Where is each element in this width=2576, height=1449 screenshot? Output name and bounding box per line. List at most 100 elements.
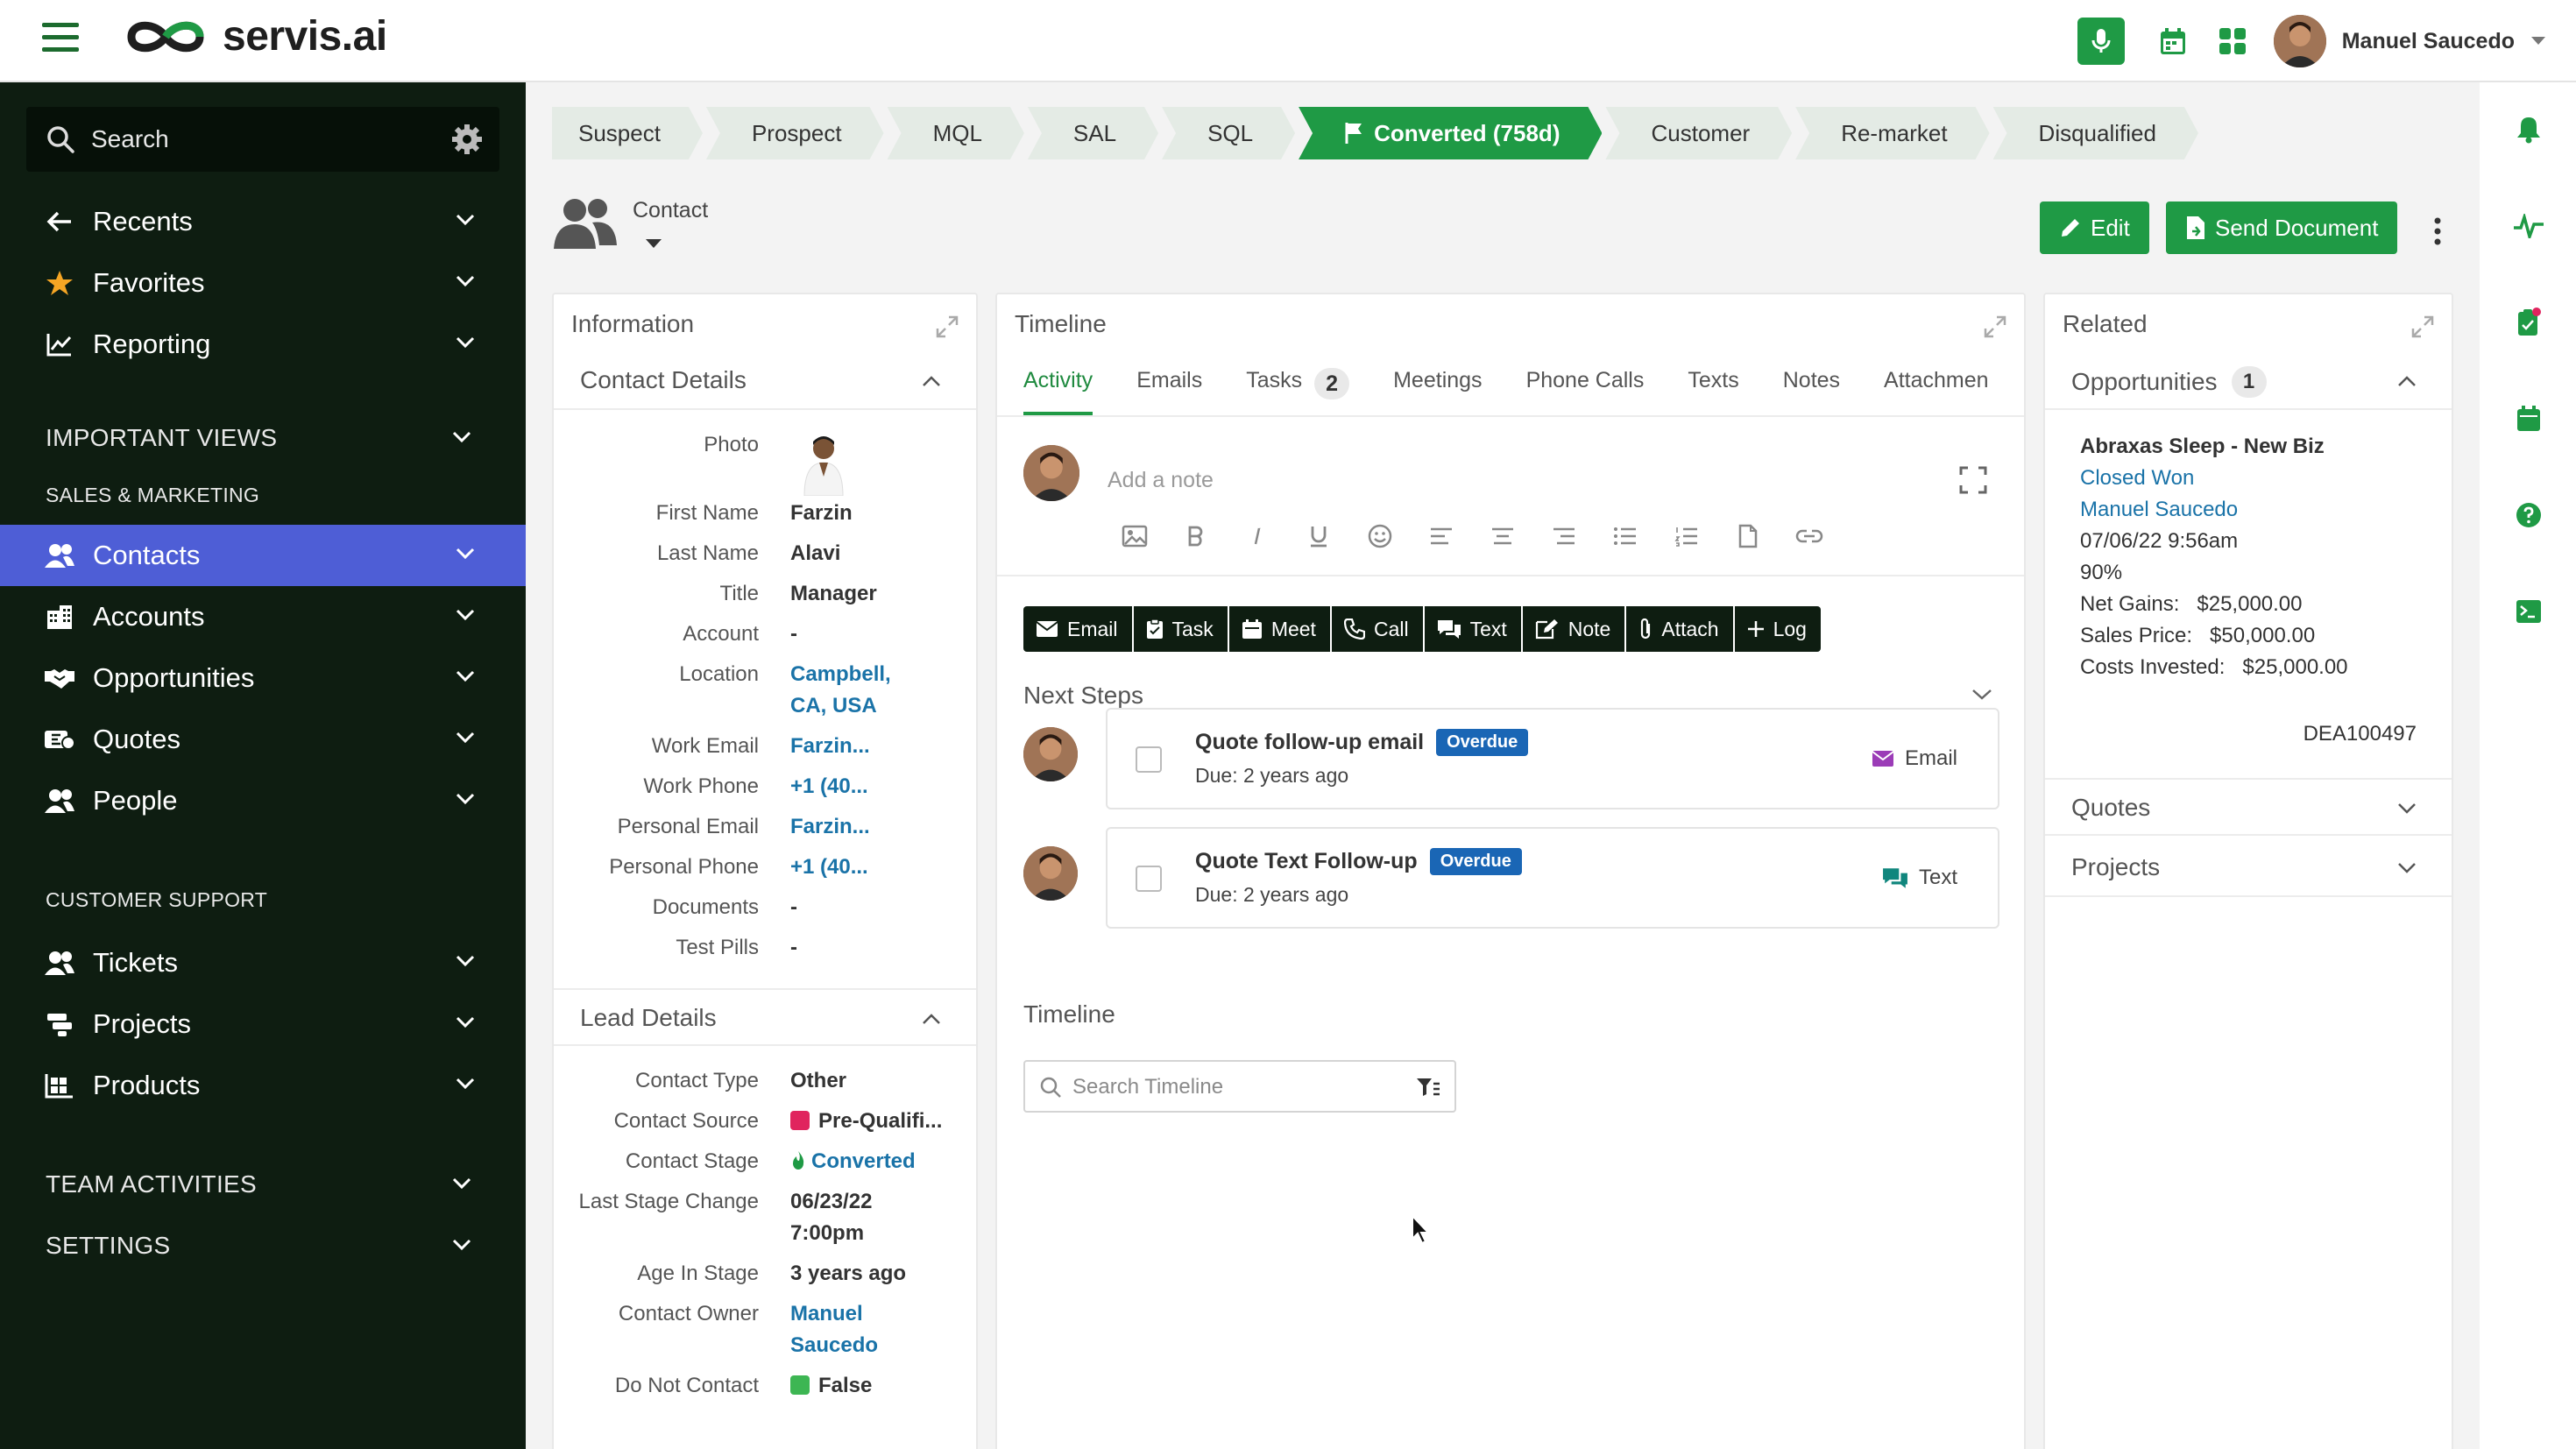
edit-button[interactable]: Edit <box>2040 201 2149 254</box>
tab-phone-calls[interactable]: Phone Calls <box>1526 368 1645 412</box>
sidebar-item-products[interactable]: Products <box>0 1055 526 1116</box>
stage-converted[interactable]: Converted (758d) <box>1299 107 1602 159</box>
underline-icon[interactable] <box>1288 520 1349 552</box>
stage-suspect[interactable]: Suspect <box>552 107 703 159</box>
attach-action-button[interactable]: Attach <box>1626 606 1733 652</box>
user-name[interactable]: Manuel Saucedo <box>2342 29 2515 54</box>
help-button[interactable] <box>2511 498 2546 533</box>
tab-notes[interactable]: Notes <box>1783 368 1840 412</box>
caret-down-icon[interactable] <box>645 238 662 249</box>
personal-phone-link[interactable]: +1 (40... <box>790 855 868 880</box>
next-step-card[interactable]: Quote Text Follow-up Overdue Due: 2 years… <box>1106 827 1999 929</box>
sidebar-item-tickets[interactable]: Tickets <box>0 932 526 993</box>
align-center-icon[interactable] <box>1472 520 1533 552</box>
opportunities-header[interactable]: Opportunities 1 <box>2045 352 2452 410</box>
calendar-button[interactable] <box>2149 18 2197 65</box>
align-right-icon[interactable] <box>1533 520 1595 552</box>
tab-texts[interactable]: Texts <box>1688 368 1738 412</box>
contact-details-header[interactable]: Contact Details <box>554 352 976 410</box>
stage-sql[interactable]: SQL <box>1162 107 1295 159</box>
numbered-list-icon[interactable] <box>1656 520 1717 552</box>
stage-sal[interactable]: SAL <box>1028 107 1158 159</box>
sidebar-search[interactable]: Search <box>26 107 499 172</box>
task-action-button[interactable]: Task <box>1133 606 1228 652</box>
activity-button[interactable] <box>2511 209 2546 244</box>
task-checkbox[interactable] <box>1136 746 1162 773</box>
next-step-card[interactable]: Quote follow-up email Overdue Due: 2 year… <box>1106 708 1999 809</box>
owner-link[interactable]: Manuel <box>790 1302 863 1326</box>
logo[interactable]: servis.ai <box>121 12 387 60</box>
expand-icon[interactable] <box>2411 315 2434 338</box>
apps-button[interactable] <box>2209 18 2256 65</box>
tab-attachments[interactable]: Attachmen <box>1884 368 1989 412</box>
call-action-button[interactable]: Call <box>1331 606 1423 652</box>
sidebar-item-projects[interactable]: Projects <box>0 993 526 1055</box>
bold-icon[interactable] <box>1165 520 1227 552</box>
meet-action-button[interactable]: Meet <box>1228 606 1330 652</box>
stage-prospect[interactable]: Prospect <box>706 107 884 159</box>
sidebar-item-reporting[interactable]: Reporting <box>0 314 526 375</box>
note-action-button[interactable]: Note <box>1522 606 1625 652</box>
log-action-button[interactable]: Log <box>1734 606 1821 652</box>
image-icon[interactable] <box>1104 520 1165 552</box>
section-team-activities[interactable]: TEAM ACTIVITIES <box>46 1170 471 1198</box>
bullet-list-icon[interactable] <box>1595 520 1656 552</box>
caret-down-icon[interactable] <box>2530 36 2546 46</box>
task-title[interactable]: Quote follow-up email <box>1195 730 1424 754</box>
calendar-rail-button[interactable] <box>2511 401 2546 436</box>
align-left-icon[interactable] <box>1411 520 1472 552</box>
add-note-input[interactable]: Add a note <box>1108 468 1214 493</box>
more-options-icon[interactable] <box>2427 214 2448 249</box>
sidebar-item-accounts[interactable]: Accounts <box>0 586 526 647</box>
sidebar-item-contacts[interactable]: Contacts <box>0 525 526 586</box>
location-link-line2[interactable]: CA, USA <box>790 694 877 718</box>
stage-disqualified[interactable]: Disqualified <box>1993 107 2198 159</box>
email-action-button[interactable]: Email <box>1023 606 1132 652</box>
expand-icon[interactable] <box>936 315 959 338</box>
send-document-button[interactable]: Send Document <box>2166 201 2398 254</box>
location-link[interactable]: Campbell, <box>790 662 891 687</box>
tab-emails[interactable]: Emails <box>1136 368 1202 412</box>
file-icon[interactable] <box>1717 520 1779 552</box>
opportunity-name[interactable]: Abraxas Sleep - New Biz <box>2080 435 2325 459</box>
work-phone-link[interactable]: +1 (40... <box>790 774 868 799</box>
contact-photo[interactable] <box>792 433 855 496</box>
tab-tasks[interactable]: Tasks 2 <box>1246 368 1350 412</box>
italic-icon[interactable] <box>1227 520 1288 552</box>
tab-meetings[interactable]: Meetings <box>1393 368 1482 412</box>
tasks-button[interactable] <box>2511 305 2546 340</box>
stage-re-market[interactable]: Re-market <box>1795 107 1989 159</box>
user-avatar[interactable] <box>2273 15 2326 67</box>
timeline-search-input[interactable]: Search Timeline <box>1023 1060 1456 1113</box>
section-settings[interactable]: SETTINGS <box>46 1232 471 1260</box>
sidebar-item-people[interactable]: People <box>0 770 526 831</box>
text-action-button[interactable]: Text <box>1424 606 1521 652</box>
task-title[interactable]: Quote Text Follow-up <box>1195 849 1418 873</box>
opportunity-owner[interactable]: Manuel Saucedo <box>2080 498 2238 522</box>
section-important-views[interactable]: IMPORTANT VIEWS <box>46 424 471 452</box>
work-email-link[interactable]: Farzin... <box>790 734 870 759</box>
owner-link-line2[interactable]: Saucedo <box>790 1333 878 1358</box>
terminal-button[interactable] <box>2511 594 2546 629</box>
quotes-header[interactable]: Quotes <box>2045 778 2452 836</box>
fullscreen-icon[interactable] <box>1959 466 1987 494</box>
microphone-button[interactable] <box>2077 18 2125 65</box>
projects-header[interactable]: Projects <box>2045 839 2452 897</box>
opportunity-status[interactable]: Closed Won <box>2080 466 2194 491</box>
expand-icon[interactable] <box>1984 315 2006 338</box>
lead-details-header[interactable]: Lead Details <box>554 988 976 1046</box>
filter-icon[interactable] <box>1416 1077 1440 1098</box>
personal-email-link[interactable]: Farzin... <box>790 815 870 839</box>
sidebar-item-opportunities[interactable]: Opportunities <box>0 647 526 709</box>
link-icon[interactable] <box>1779 520 1840 552</box>
gear-icon[interactable] <box>450 123 484 156</box>
sidebar-item-quotes[interactable]: Quotes <box>0 709 526 770</box>
tab-activity[interactable]: Activity <box>1023 368 1093 415</box>
stage-customer[interactable]: Customer <box>1605 107 1792 159</box>
emoji-icon[interactable] <box>1349 520 1411 552</box>
notifications-button[interactable] <box>2511 112 2546 147</box>
chevron-down-icon[interactable] <box>1971 689 1992 701</box>
menu-icon[interactable] <box>42 23 79 53</box>
sidebar-item-favorites[interactable]: Favorites <box>0 252 526 314</box>
stage-mql[interactable]: MQL <box>888 107 1024 159</box>
